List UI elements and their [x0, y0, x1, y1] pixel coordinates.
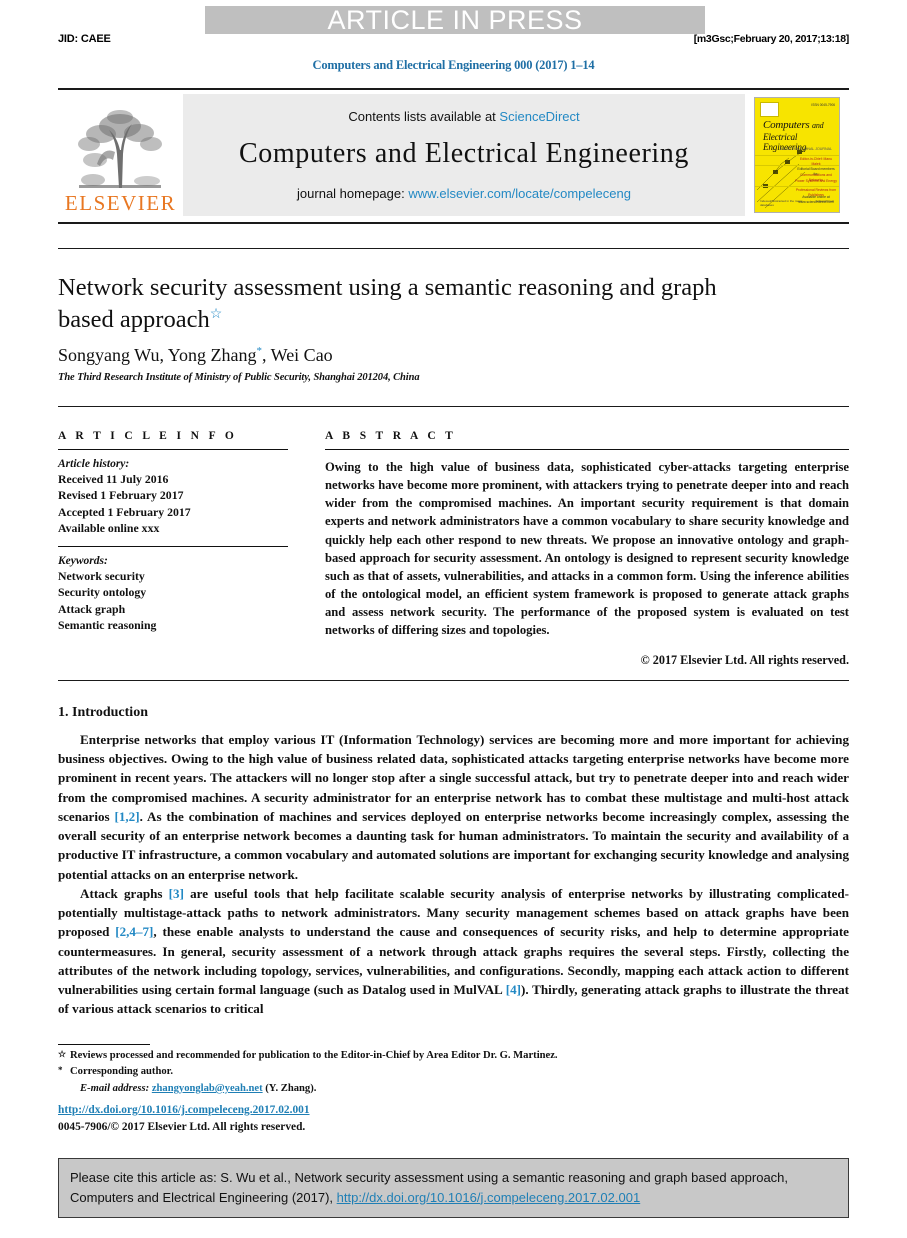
citation-ref[interactable]: [2,4–7] [115, 924, 153, 939]
keywords-label: Keywords: [58, 555, 108, 568]
authors-first: Songyang Wu, Yong Zhang [58, 345, 257, 365]
citation-ref[interactable]: [1,2] [115, 809, 140, 824]
email-author-suffix: (Y. Zhang). [265, 1082, 317, 1094]
body-top-rule [58, 680, 849, 681]
abstract-top-rule [58, 406, 849, 407]
keyword-item: Security ontology [58, 585, 147, 600]
cite-box-doi-link[interactable]: http://dx.doi.org/10.1016/j.compeleceng.… [337, 1190, 641, 1205]
cover-feature4: Power Systems and Energy [795, 179, 837, 183]
cover-footer: Indexed/Abstracted in the major database… [760, 199, 834, 207]
abstract-heading: A B S T R A C T [325, 430, 457, 442]
para1-part-b: . As the combination of machines and ser… [58, 808, 849, 882]
footnote-corresponding-row: * Corresponding author. [58, 1064, 849, 1080]
email-address-label: E-mail address: [80, 1082, 150, 1094]
footnote-star-icon: ☆ [58, 1049, 67, 1059]
article-history-label: Article history: [58, 458, 130, 470]
journal-title: Computers and Electrical Engineering [238, 138, 689, 169]
paper-title-text: Network security assessment using a sema… [58, 274, 717, 334]
citation-ref[interactable]: [3] [169, 886, 184, 901]
author-email-link[interactable]: zhangyonglab@yeah.net [152, 1083, 263, 1094]
authors-last: , Wei Cao [261, 345, 333, 365]
article-doi-link[interactable]: http://dx.doi.org/10.1016/j.compeleceng.… [58, 1104, 310, 1116]
journal-id-label: JID: CAEE [58, 33, 111, 45]
contents-available-line: Contents lists available at ScienceDirec… [348, 109, 579, 124]
masthead-bottom-rule [58, 222, 849, 224]
section-heading-introduction: 1. Introduction [58, 705, 148, 720]
journal-masthead: ELSEVIER Contents lists available at Sci… [58, 88, 849, 220]
footnote-corresponding-text: Corresponding author. [70, 1066, 174, 1078]
author-affiliation: The Third Research Institute of Ministry… [58, 372, 420, 383]
keyword-item: Semantic reasoning [58, 617, 157, 632]
title-top-rule [58, 248, 849, 249]
journal-homepage-line: journal homepage: www.elsevier.com/locat… [297, 186, 631, 201]
journal-homepage-link[interactable]: www.elsevier.com/locate/compeleceng [408, 186, 631, 201]
footnotes-block: ☆ Reviews processed and recommended for … [58, 1048, 849, 1097]
footnote-asterisk-icon: * [58, 1065, 63, 1076]
sciencedirect-link[interactable]: ScienceDirect [499, 109, 579, 124]
masthead-center: Contents lists available at ScienceDirec… [183, 94, 745, 216]
footnote-separator-rule [58, 1044, 150, 1045]
para2-part-a: Attack graphs [80, 885, 169, 901]
body-text-column: Enterprise networks that employ various … [58, 730, 849, 1019]
body-paragraph-2: Attack graphs [3] are useful tools that … [58, 884, 849, 1019]
article-info-column: A R T I C L E I N F O Article history: R… [58, 430, 288, 633]
abstract-text: Owing to the high value of business data… [325, 460, 849, 638]
keyword-item: Network security [58, 569, 145, 584]
title-footnote-star-icon: ☆ [209, 307, 223, 323]
article-info-heading: A R T I C L E I N F O [58, 430, 238, 442]
keyword-item: Attack graph [58, 601, 126, 616]
article-history-received: Received 11 July 2016 [58, 472, 169, 486]
abstract-copyright: © 2017 Elsevier Ltd. All rights reserved… [640, 653, 849, 668]
journal-reference-line: Computers and Electrical Engineering 000… [312, 58, 595, 72]
elsevier-wordmark: ELSEVIER [64, 191, 177, 215]
abstract-column: A B S T R A C T Owing to the high value … [325, 430, 849, 668]
keywords-rule [58, 546, 288, 548]
footnote-star-text: Reviews processed and recommended for pu… [70, 1050, 558, 1061]
doi-issn-block: http://dx.doi.org/10.1016/j.compeleceng.… [58, 1102, 310, 1136]
article-in-press-banner: ARTICLE IN PRESS [205, 6, 705, 34]
cover-footer-left: Indexed/Abstracted in the major database… [760, 199, 803, 207]
production-stamp: [m3Gsc;February 20, 2017;13:18] [693, 33, 850, 45]
issn-copyright-line: 0045-7906/© 2017 Elsevier Ltd. All right… [58, 1121, 306, 1134]
elsevier-tree-icon [77, 110, 162, 188]
journal-cover-thumbnail: ISSN 0045-7906 Computers and Electrical … [754, 97, 840, 213]
body-paragraph-1: Enterprise networks that employ various … [58, 730, 849, 884]
article-history-revised: Revised 1 February 2017 [58, 488, 184, 503]
footnote-star-row: ☆ Reviews processed and recommended for … [58, 1048, 849, 1064]
article-info-rule [58, 449, 288, 450]
article-history-accepted: Accepted 1 February 2017 [58, 504, 191, 519]
homepage-prefix: journal homepage: [297, 186, 405, 201]
footnote-email-row: E-mail address: zhangyonglab@yeah.net (Y… [58, 1081, 849, 1097]
citation-ref[interactable]: [4] [506, 982, 521, 997]
please-cite-box: Please cite this article as: S. Wu et al… [58, 1158, 849, 1218]
contents-prefix: Contents lists available at [348, 109, 496, 124]
page-title: Network security assessment using a sema… [58, 272, 738, 337]
abstract-rule [325, 449, 849, 450]
article-history-online: Available online xxx [58, 520, 160, 535]
cover-footer-right: ScienceDirect [815, 199, 834, 203]
author-list: Songyang Wu, Yong Zhang*, Wei Cao [58, 345, 333, 366]
journal-cover-container: ISSN 0045-7906 Computers and Electrical … [745, 90, 849, 220]
elsevier-logo: ELSEVIER [58, 90, 183, 220]
